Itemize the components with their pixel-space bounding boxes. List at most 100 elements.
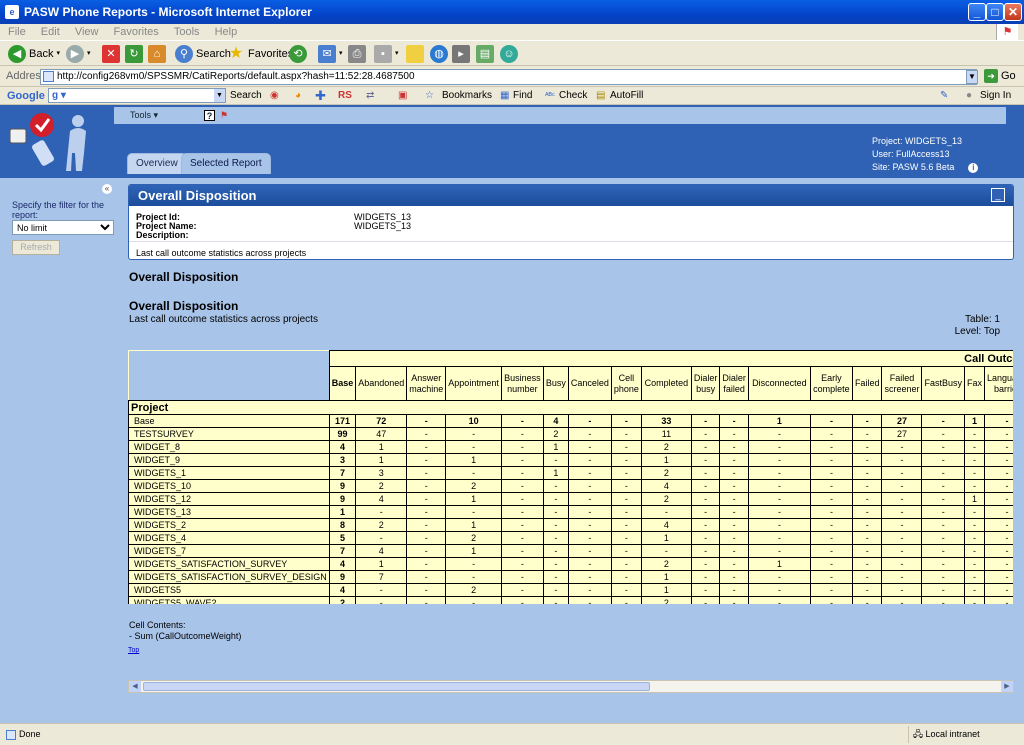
history-button[interactable]: ⟲: [289, 44, 307, 64]
table-cell: -: [610, 440, 642, 454]
google-check-button[interactable]: Check: [559, 87, 587, 105]
maximize-button[interactable]: □: [986, 3, 1004, 21]
alert-icon[interactable]: ⚑: [220, 107, 228, 124]
address-input[interactable]: http://config268vm0/SPSSMR/CatiReports/d…: [40, 69, 977, 85]
table-cell: -: [983, 479, 1013, 493]
stop-button[interactable]: ✕: [102, 44, 120, 64]
table-cell: -: [809, 466, 853, 480]
row-label: WIDGET_9: [128, 453, 330, 467]
google-search-input[interactable]: g ▾ ▼: [48, 88, 226, 103]
table-cell: -: [610, 583, 642, 597]
table-cell: -: [921, 570, 965, 584]
table-cell: -: [719, 557, 749, 571]
help-icon[interactable]: ?: [204, 110, 215, 121]
table-cell: -: [610, 557, 642, 571]
home-button[interactable]: ⌂: [148, 44, 166, 64]
refresh-icon: ↻: [125, 45, 143, 63]
refresh-browser-button[interactable]: ↻: [125, 44, 143, 64]
messenger-button[interactable]: ☺: [500, 44, 518, 64]
mail-button[interactable]: ✉ ▾: [318, 44, 343, 64]
close-button[interactable]: ✕: [1004, 3, 1022, 21]
menu-tools[interactable]: Tools: [174, 26, 200, 38]
back-arrow-icon: ◀: [8, 45, 26, 63]
table-cell: -: [406, 531, 447, 545]
call-outcome-header: Call Outcome: [328, 350, 1013, 367]
google-find-button[interactable]: Find: [513, 87, 532, 105]
row-label: TESTSURVEY: [128, 427, 330, 441]
table-cell: -: [963, 466, 986, 480]
menu-favorites[interactable]: Favorites: [114, 26, 159, 38]
research-button[interactable]: ▤: [476, 44, 494, 64]
table-cell: -: [809, 505, 853, 519]
row-label: WIDGETS5: [128, 583, 330, 597]
table-cell: -: [809, 492, 853, 506]
media-button[interactable]: ▸: [452, 44, 470, 64]
info-icon[interactable]: i: [968, 163, 979, 173]
google-search-button[interactable]: Search: [230, 87, 262, 105]
minimize-panel-button[interactable]: _: [991, 188, 1005, 202]
table-cell: -: [567, 466, 612, 480]
table-cell: -: [747, 492, 811, 506]
minimize-button[interactable]: _: [968, 3, 986, 21]
google-news-icon[interactable]: ◉: [270, 87, 279, 105]
table-cell: -: [445, 427, 502, 441]
filter-select[interactable]: No limit: [12, 220, 114, 235]
table-cell: 4: [328, 557, 357, 571]
forward-button[interactable]: ▶ ▾: [66, 44, 91, 64]
google-rs-button[interactable]: RS: [338, 87, 352, 105]
table-cell: -: [963, 557, 986, 571]
go-button[interactable]: ➜ Go: [984, 69, 1016, 83]
tab-selected-report[interactable]: Selected Report: [181, 153, 271, 174]
table-cell: -: [963, 479, 986, 493]
scroll-left-icon[interactable]: ◀: [129, 681, 141, 692]
menu-file[interactable]: File: [8, 26, 26, 38]
tools-menu[interactable]: Tools ▾: [130, 110, 158, 120]
search-button[interactable]: ⚲ Search: [175, 44, 231, 64]
collapse-sidebar-icon[interactable]: «: [102, 184, 112, 194]
table-cell: -: [983, 440, 1013, 454]
address-dropdown-icon[interactable]: ▼: [966, 70, 978, 84]
cell-contents-value: - Sum (CallOutcomeWeight): [129, 631, 242, 641]
report-summary-panel: Overall Disposition _ Project Id: WIDGETS…: [128, 184, 1014, 260]
report-heading: Overall Disposition: [129, 270, 239, 284]
top-link[interactable]: Top: [128, 647, 139, 654]
table-cell: -: [610, 570, 642, 584]
refresh-button[interactable]: Refresh: [12, 240, 60, 255]
scroll-right-icon[interactable]: ▶: [1001, 681, 1013, 692]
google-bookmarks-button[interactable]: Bookmarks: [442, 87, 492, 105]
table-cell: 1: [963, 492, 986, 506]
table-cell: -: [809, 518, 853, 532]
google-popup-icon[interactable]: ▣: [398, 87, 407, 105]
scrollbar-thumb[interactable]: [143, 682, 650, 691]
google-pagerank-icon[interactable]: ◕: [295, 87, 301, 105]
back-button[interactable]: ◀ Back ▾: [8, 44, 60, 64]
table-cell: 10: [445, 414, 502, 428]
google-signin-button[interactable]: Sign In: [980, 87, 1011, 105]
google-autofill-button[interactable]: AutoFill: [610, 87, 643, 105]
table-cell: -: [567, 479, 612, 493]
folder-button[interactable]: [406, 44, 424, 64]
column-header: Base: [328, 366, 357, 401]
browser-toolbar: ◀ Back ▾ ▶ ▾ ✕ ↻ ⌂ ⚲ Search ★ Favorites ⟲ ✉ ▾ …: [0, 40, 1024, 66]
table-cell: -: [719, 440, 749, 454]
print-button[interactable]: ⎙: [348, 44, 366, 64]
menu-view[interactable]: View: [75, 26, 99, 38]
table-cell: 99: [328, 427, 357, 441]
globe-button[interactable]: ◍: [430, 44, 448, 64]
report-table-scroll[interactable]: Call Outcome BaseAbandonedAnswer machine…: [128, 350, 1013, 604]
menu-edit[interactable]: Edit: [41, 26, 60, 38]
table-cell: 72: [355, 414, 408, 428]
row-label: WIDGETS_12: [128, 492, 330, 506]
table-cell: -: [983, 544, 1013, 558]
google-plus-icon[interactable]: ✚: [315, 87, 326, 105]
google-share-icon[interactable]: ⇄: [366, 87, 374, 105]
horizontal-scrollbar[interactable]: ◀ ▶: [128, 680, 1014, 693]
menu-help[interactable]: Help: [215, 26, 238, 38]
column-header: Cell phone: [610, 366, 642, 401]
table-cell: -: [921, 518, 965, 532]
edit-button[interactable]: ▪ ▾: [374, 44, 399, 64]
google-dropdown-icon[interactable]: ▼: [214, 89, 225, 102]
tab-overview[interactable]: Overview: [127, 153, 187, 174]
wrench-icon[interactable]: ✎: [940, 87, 948, 105]
favorites-button[interactable]: ★ Favorites: [227, 44, 293, 64]
